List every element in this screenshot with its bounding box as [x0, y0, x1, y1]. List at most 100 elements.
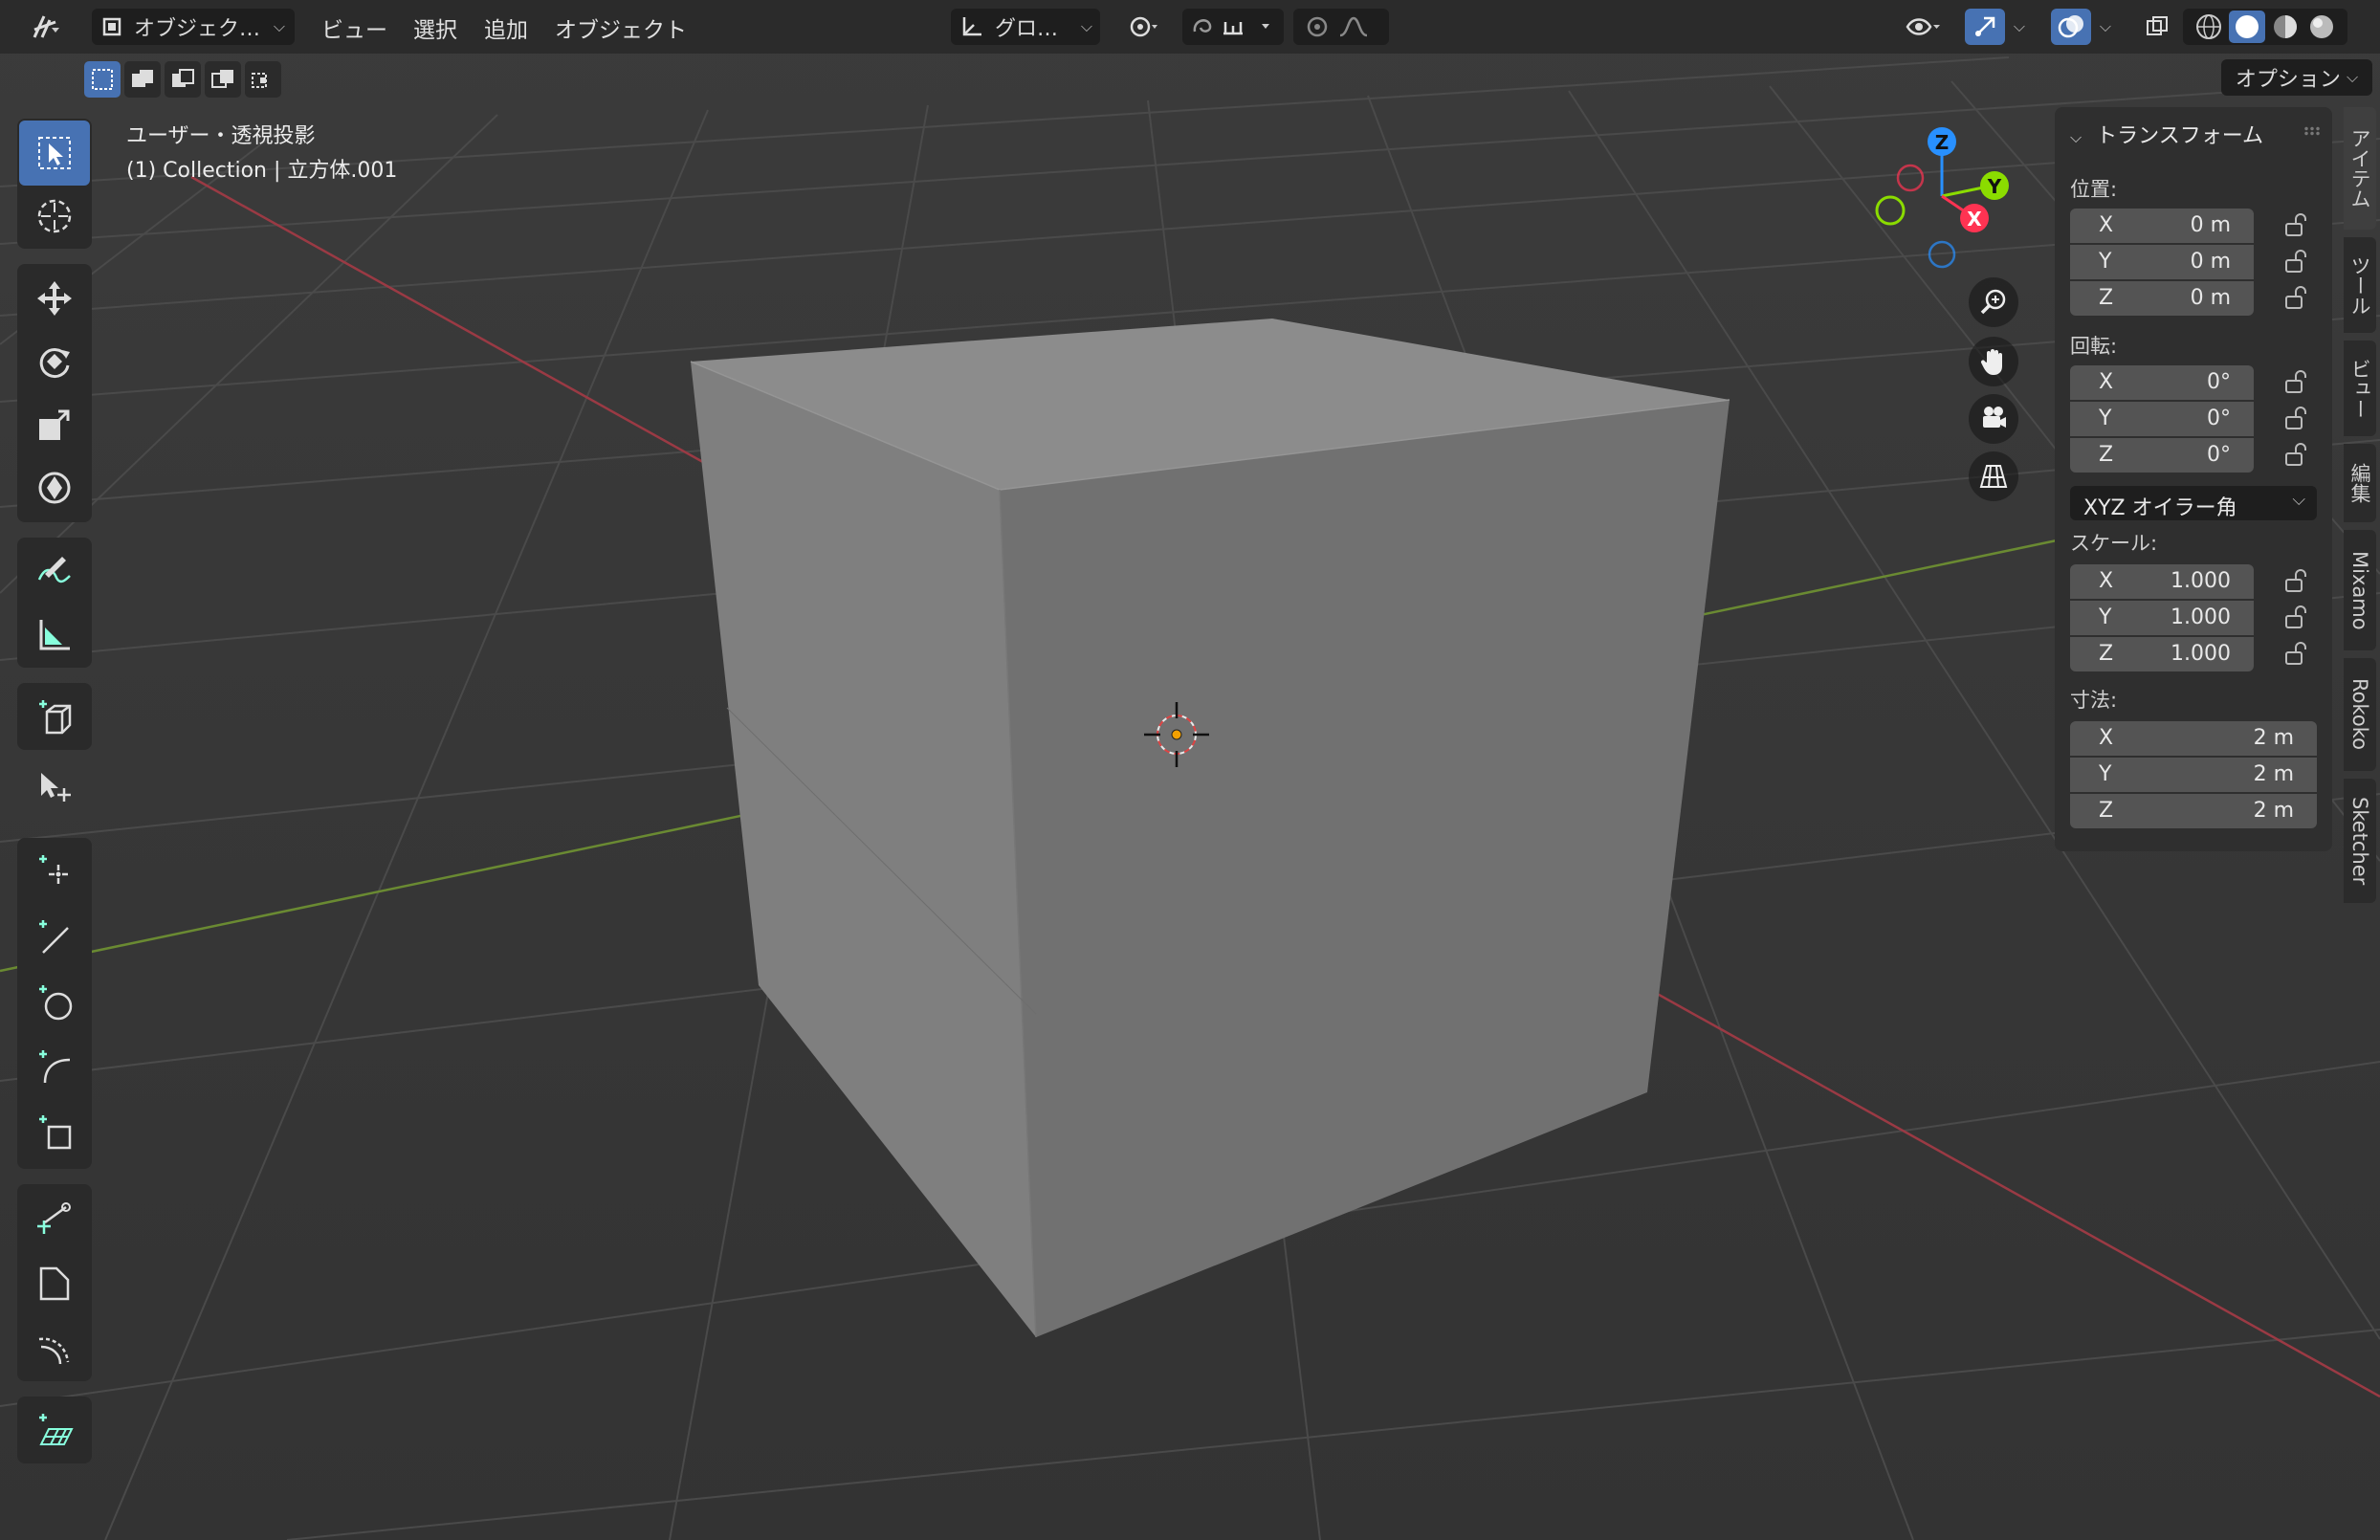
move-cursor-tool[interactable]	[19, 756, 90, 821]
select-intersect-mode[interactable]	[245, 61, 281, 98]
rotation-z-field[interactable]: Z 0°	[2070, 438, 2254, 473]
menu-add[interactable]: 追加	[484, 11, 528, 44]
pan-button[interactable]	[1969, 337, 2018, 386]
lock-icon[interactable]	[2282, 568, 2311, 595]
lock-icon[interactable]	[2282, 369, 2311, 396]
tab-label: ビュー	[2348, 358, 2371, 419]
lock-icon[interactable]	[2282, 605, 2311, 631]
lock-icon[interactable]	[2282, 249, 2311, 275]
scale-x-field[interactable]: X 1.000	[2070, 564, 2254, 599]
snap-group[interactable]	[1182, 9, 1284, 45]
chevron-down-icon: ⌵	[2099, 17, 2112, 35]
lock-icon[interactable]	[2282, 406, 2311, 432]
camera-view-button[interactable]	[1969, 394, 2018, 444]
select-box-tool[interactable]	[19, 121, 90, 186]
rotation-mode-select[interactable]: XYZ オイラー角 ⌵	[2070, 486, 2317, 520]
cursor-tool[interactable]	[19, 184, 90, 249]
dimensions-x-field[interactable]: X 2 m	[2070, 721, 2317, 756]
transform-orientation-selector[interactable]: グロ… ⌵	[951, 9, 1100, 45]
tool-group-edit	[17, 1184, 92, 1381]
spin-tool[interactable]	[19, 1316, 90, 1381]
move-tool[interactable]	[19, 266, 90, 331]
transform-panel-header[interactable]: ⌵ トランスフォーム	[2070, 119, 2263, 149]
gizmo-y-label: Y	[1987, 175, 2002, 198]
chevron-down-icon: ⌵	[2346, 68, 2359, 86]
add-box-tool[interactable]	[19, 1100, 90, 1165]
lock-icon[interactable]	[2282, 285, 2311, 312]
add-cube-tool[interactable]	[19, 685, 90, 750]
select-extend-mode[interactable]	[124, 61, 161, 98]
options-button[interactable]: オプション ⌵	[2221, 59, 2372, 96]
overlay-toggle-button[interactable]	[2051, 9, 2091, 45]
perspective-toggle-button[interactable]	[1969, 451, 2018, 501]
measure-icon	[39, 620, 70, 650]
scale-tool[interactable]	[19, 392, 90, 457]
sidebar-tabs: アイテム ツール ビュー 編集 Mixamo Rokoko Sketcher	[2340, 107, 2380, 903]
menu-select[interactable]: 選択	[413, 11, 457, 44]
bevel-tool[interactable]	[19, 1251, 90, 1316]
shading-mode-group[interactable]	[2183, 9, 2347, 45]
tab-mixamo[interactable]: Mixamo	[2344, 530, 2376, 650]
field-value: 2 m	[2253, 762, 2294, 786]
select-subtract-icon	[172, 69, 194, 87]
xray-toggle-button[interactable]	[2139, 9, 2175, 45]
add-arc-tool[interactable]	[19, 1035, 90, 1100]
visibility-button[interactable]	[1894, 9, 1951, 45]
lock-icon[interactable]	[2282, 212, 2311, 239]
add-circle-tool[interactable]	[19, 970, 90, 1035]
rotation-x-field[interactable]: X 0°	[2070, 365, 2254, 400]
tab-tool[interactable]: ツール	[2344, 237, 2376, 333]
add-point-icon	[39, 855, 68, 884]
menu-view[interactable]: ビュー	[321, 11, 387, 44]
menu-object[interactable]: オブジェクト	[555, 11, 687, 44]
tab-item[interactable]: アイテム	[2344, 107, 2376, 230]
rotation-y-field[interactable]: Y 0°	[2070, 402, 2254, 436]
select-new-mode[interactable]	[84, 61, 121, 98]
rotate-tool[interactable]	[19, 329, 90, 394]
lock-icon[interactable]	[2282, 641, 2311, 668]
knife-tool[interactable]	[19, 1186, 90, 1251]
rendered-shading-icon[interactable]	[2305, 11, 2338, 43]
scale-z-field[interactable]: Z 1.000	[2070, 637, 2254, 671]
3d-viewport[interactable]: Z Y X	[0, 0, 2380, 1540]
select-subtract-mode[interactable]	[165, 61, 201, 98]
scale-y-field[interactable]: Y 1.000	[2070, 601, 2254, 635]
add-grid-tool[interactable]	[19, 1398, 90, 1463]
add-point-tool[interactable]	[19, 840, 90, 905]
dimensions-z-field[interactable]: Z 2 m	[2070, 794, 2317, 828]
zoom-button[interactable]	[1969, 277, 2018, 327]
tab-view[interactable]: ビュー	[2344, 341, 2376, 436]
axis-label: Y	[2099, 250, 2112, 274]
dimensions-y-field[interactable]: Y 2 m	[2070, 758, 2317, 792]
tab-edit[interactable]: 編集	[2344, 444, 2376, 522]
material-shading-icon[interactable]	[2269, 11, 2302, 43]
add-line-tool[interactable]	[19, 905, 90, 970]
lock-icon[interactable]	[2282, 442, 2311, 469]
editor-type-button[interactable]	[15, 9, 78, 45]
annotate-tool[interactable]	[19, 539, 90, 605]
field-value: 1.000	[2171, 605, 2231, 629]
overlay-dropdown[interactable]: ⌵	[2091, 9, 2120, 45]
mode-selector[interactable]: オブジェク… ⌵	[92, 9, 295, 45]
gizmo-dropdown[interactable]: ⌵	[2005, 9, 2034, 45]
measure-tool[interactable]	[19, 603, 90, 668]
select-invert-mode[interactable]	[205, 61, 241, 98]
solid-shading-button[interactable]	[2229, 11, 2265, 43]
tab-label: Sketcher	[2348, 796, 2371, 886]
location-x-field[interactable]: X 0 m	[2070, 209, 2254, 243]
wireframe-shading-icon[interactable]	[2193, 11, 2225, 43]
tab-rokoko[interactable]: Rokoko	[2344, 658, 2376, 771]
gizmo-icon	[1975, 16, 1995, 36]
location-y-field[interactable]: Y 0 m	[2070, 245, 2254, 279]
select-new-icon	[92, 69, 113, 90]
move-cursor-icon	[41, 773, 71, 802]
location-z-field[interactable]: Z 0 m	[2070, 281, 2254, 316]
proportional-editing-group[interactable]	[1293, 9, 1389, 45]
pivot-point-button[interactable]	[1115, 9, 1173, 45]
tab-label: Mixamo	[2348, 550, 2371, 630]
transform-tool[interactable]	[19, 455, 90, 520]
tab-sketcher[interactable]: Sketcher	[2344, 779, 2376, 903]
gizmo-toggle-button[interactable]	[1965, 9, 2005, 45]
orientation-icon	[962, 17, 981, 36]
drag-grip-icon[interactable]	[2303, 126, 2321, 136]
